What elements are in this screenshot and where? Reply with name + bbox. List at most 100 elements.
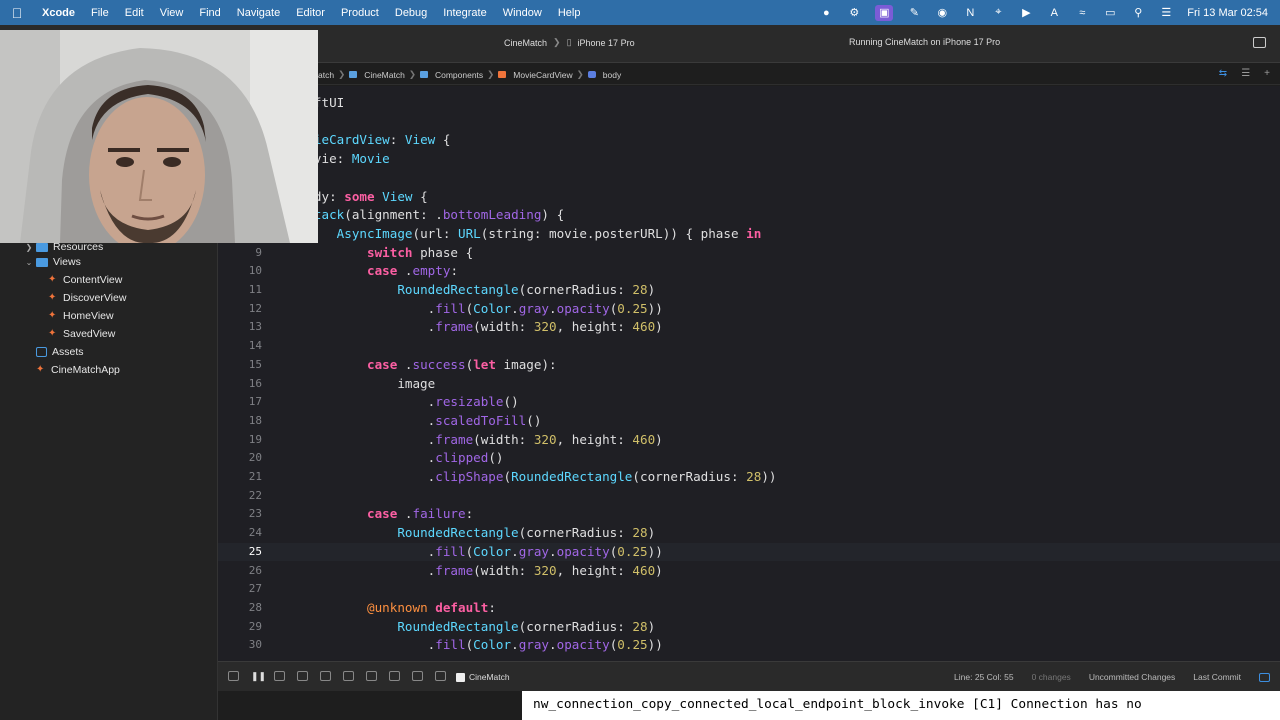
code-line[interactable]: 21 .clipShape(RoundedRectangle(cornerRad… (218, 468, 1280, 487)
code-line[interactable]: 11 RoundedRectangle(cornerRadius: 28) (218, 281, 1280, 300)
code-line[interactable]: 27 (218, 580, 1280, 599)
code-line[interactable]: 24 RoundedRectangle(cornerRadius: 28) (218, 524, 1280, 543)
menu-navigate[interactable]: Navigate (229, 7, 288, 19)
apple-icon[interactable]:  (0, 5, 34, 21)
breadcrumb-item[interactable]: atch (318, 70, 334, 80)
add-editor-icon[interactable]: + (1264, 68, 1270, 79)
scheme-selector[interactable]: CineMatch ❯ ▯ iPhone 17 Pro (504, 37, 635, 48)
navigator-item-discoverview[interactable]: ✦ DiscoverView (48, 289, 126, 307)
code-line[interactable] (218, 113, 1280, 132)
navigator-item-cinematchapp[interactable]: ✦ CineMatchApp (36, 361, 120, 379)
code-line[interactable]: 10 case .empty: (218, 262, 1280, 281)
environment-overrides-icon[interactable] (389, 671, 400, 681)
play-circle-icon[interactable]: ▶ (1019, 7, 1033, 19)
code-line[interactable] (218, 169, 1280, 188)
code-line[interactable]: 15 case .success(let image): (218, 356, 1280, 375)
code-editor[interactable]: t SwiftUI t MovieCardView: View {et movie… (218, 86, 1280, 661)
code-line[interactable]: 30 .fill(Color.gray.opacity(0.25)) (218, 636, 1280, 655)
navigator-item-savedview[interactable]: ✦ SavedView (48, 325, 115, 343)
scheme-name[interactable]: CineMatch (504, 38, 547, 48)
swift-file-icon: ✦ (48, 328, 57, 339)
hide-debug-area-icon[interactable] (228, 671, 239, 681)
code-line[interactable]: 25 .fill(Color.gray.opacity(0.25)) (218, 542, 1280, 562)
last-commit-button[interactable]: Last Commit (1193, 672, 1241, 682)
code-line[interactable]: ZStack(alignment: .bottomLeading) { (218, 206, 1280, 225)
notion-icon[interactable]: N (963, 7, 977, 19)
breadcrumb-item[interactable]: Components (435, 70, 483, 80)
battery-icon[interactable]: ▭ (1103, 7, 1117, 19)
code-line[interactable]: 28 @unknown default: (218, 599, 1280, 618)
simulate-location-icon[interactable] (412, 671, 423, 681)
code-line[interactable]: t SwiftUI (218, 94, 1280, 113)
debug-target[interactable]: CineMatch (456, 672, 510, 682)
input-source-icon[interactable]: A (1047, 7, 1061, 19)
code-line[interactable]: 17 .resizable() (218, 393, 1280, 412)
menu-product[interactable]: Product (333, 7, 387, 19)
screen-record-icon[interactable]: ▣ (875, 4, 894, 21)
code-line[interactable]: 16 image (218, 375, 1280, 394)
console-output[interactable]: nw_connection_copy_connected_local_endpo… (522, 691, 1280, 720)
code-line[interactable]: ar body: some View { (218, 188, 1280, 207)
menu-editor[interactable]: Editor (288, 7, 333, 19)
menu-file[interactable]: File (83, 7, 117, 19)
code-line[interactable]: 18 .scaledToFill() (218, 412, 1280, 431)
code-line[interactable]: 23 case .failure: (218, 505, 1280, 524)
code-line[interactable]: 12 .fill(Color.gray.opacity(0.25)) (218, 300, 1280, 319)
chevron-right-icon[interactable]: ❯ (24, 243, 34, 252)
navigator-item-homeview[interactable]: ✦ HomeView (48, 307, 114, 325)
menu-app[interactable]: Xcode (34, 7, 83, 19)
code-text: @unknown default: (276, 599, 496, 618)
menu-help[interactable]: Help (550, 7, 589, 19)
code-line[interactable]: 26 .frame(width: 320, height: 460) (218, 562, 1280, 581)
chrome-icon[interactable]: ◉ (935, 7, 949, 19)
code-line[interactable]: AsyncImage(url: URL(string: movie.poster… (218, 225, 1280, 244)
chevron-right-icon: ❯ (576, 69, 584, 79)
wifi-icon[interactable]: ≈ (1075, 7, 1089, 19)
control-center-icon[interactable]: ☰ (1159, 7, 1173, 19)
step-over-icon[interactable] (274, 671, 285, 681)
search-icon[interactable]: ⚲ (1131, 7, 1145, 19)
menu-find[interactable]: Find (191, 7, 228, 19)
memory-graph-icon[interactable] (366, 671, 377, 681)
chevron-down-icon[interactable]: ⌄ (24, 258, 34, 267)
step-out-icon[interactable] (320, 671, 331, 681)
code-token: (cornerRadius: (518, 618, 633, 634)
menu-view[interactable]: View (152, 7, 192, 19)
toggle-console-icon[interactable] (1259, 672, 1270, 682)
location-arrow-icon[interactable] (435, 671, 446, 681)
related-items-icon[interactable]: ⇆ (1219, 68, 1227, 79)
code-line[interactable]: 29 RoundedRectangle(cornerRadius: 28) (218, 618, 1280, 637)
code-line[interactable]: 19 .frame(width: 320, height: 460) (218, 431, 1280, 450)
inspector-toggle-icon[interactable] (1253, 37, 1266, 48)
menu-window[interactable]: Window (495, 7, 550, 19)
network-icon[interactable]: ⌖ (991, 6, 1005, 19)
menubar-clock[interactable]: Fri 13 Mar 02:54 (1187, 7, 1268, 19)
record-icon[interactable]: ● (819, 7, 833, 19)
step-into-icon[interactable] (297, 671, 308, 681)
navigator-item-views[interactable]: ⌄ Views (24, 253, 81, 271)
menu-debug[interactable]: Debug (387, 7, 435, 19)
destination-name[interactable]: iPhone 17 Pro (578, 38, 635, 48)
code-line[interactable]: 9 switch phase { (218, 244, 1280, 263)
code-text: .scaledToFill() (276, 412, 542, 431)
breadcrumb-item[interactable]: CineMatch (364, 70, 405, 80)
navigator-item-assets[interactable]: Assets (36, 343, 84, 361)
code-line[interactable]: 22 (218, 487, 1280, 506)
navigator-item-contentview[interactable]: ✦ ContentView (48, 271, 122, 289)
menu-edit[interactable]: Edit (117, 7, 152, 19)
code-line[interactable]: et movie: Movie (218, 150, 1280, 169)
code-line[interactable]: 14 (218, 337, 1280, 356)
breadcrumb-item[interactable]: MovieCardView (513, 70, 572, 80)
code-line[interactable]: t MovieCardView: View { (218, 131, 1280, 150)
view-hierarchy-icon[interactable] (343, 671, 354, 681)
code-line[interactable]: 20 .clipped() (218, 449, 1280, 468)
breadcrumb-item[interactable]: body (603, 70, 621, 80)
code-token: 28 (632, 525, 648, 541)
pause-icon[interactable]: ❚❚ (251, 671, 266, 681)
uncommitted-changes-button[interactable]: Uncommitted Changes (1089, 672, 1175, 682)
code-line[interactable]: 13 .frame(width: 320, height: 460) (218, 318, 1280, 337)
menu-integrate[interactable]: Integrate (435, 7, 494, 19)
pen-icon[interactable]: ✎ (907, 7, 921, 19)
editor-options-icon[interactable]: ☰ (1241, 68, 1250, 79)
privacy-icon[interactable]: ⚙ (847, 7, 861, 19)
